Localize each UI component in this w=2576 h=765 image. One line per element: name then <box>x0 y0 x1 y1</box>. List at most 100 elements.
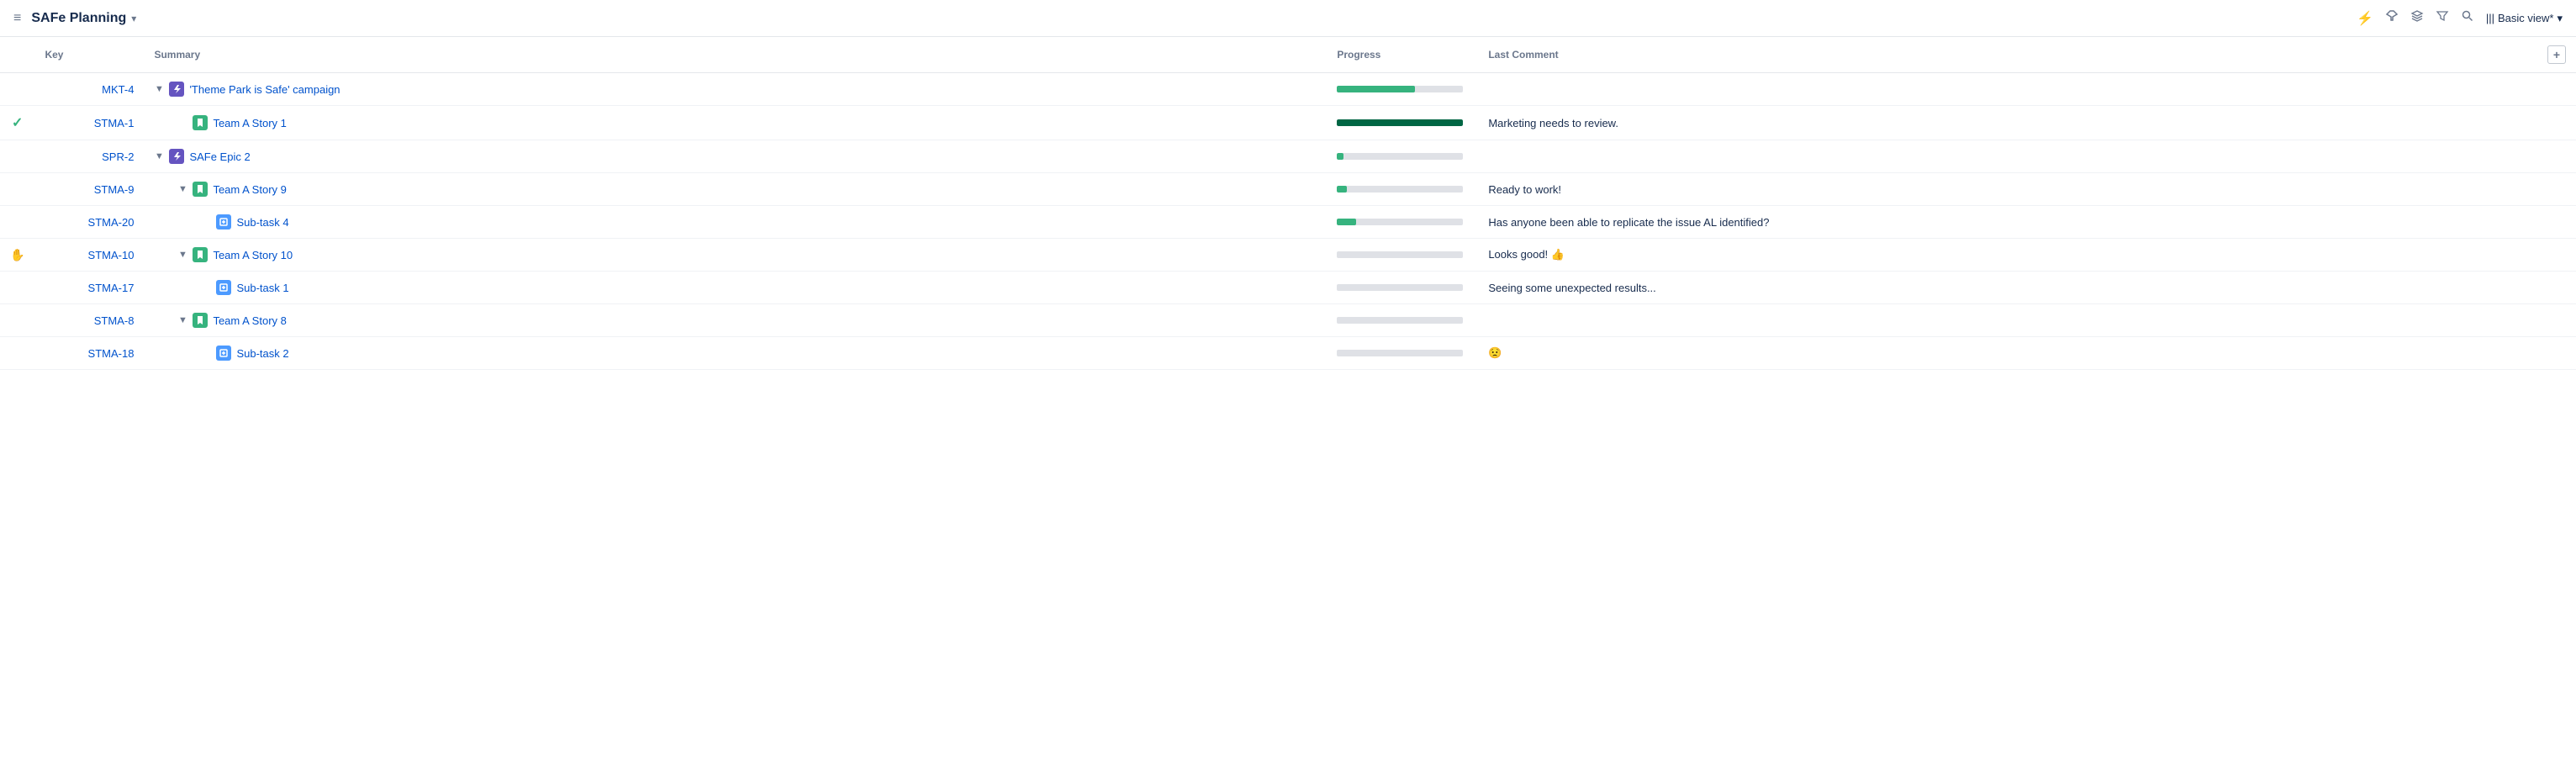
col-header-summary: Summary <box>144 37 1327 73</box>
row-comment-cell: Marketing needs to review. <box>1478 106 2537 140</box>
row-key-cell[interactable]: STMA-8 <box>34 304 144 337</box>
progress-bar-fill <box>1337 186 1347 193</box>
row-status-cell <box>0 140 34 173</box>
subtask-icon <box>216 214 231 230</box>
bars-icon: ||| <box>2486 12 2494 24</box>
view-selector[interactable]: ||| Basic view* ▾ <box>2486 12 2563 25</box>
summary-text[interactable]: Team A Story 10 <box>213 249 293 261</box>
epic-icon <box>169 82 184 97</box>
row-status-cell: ✓ <box>0 106 34 140</box>
row-key-cell[interactable]: STMA-20 <box>34 206 144 239</box>
row-extra-cell <box>2537 106 2576 140</box>
row-extra-cell <box>2537 272 2576 304</box>
row-status-cell <box>0 337 34 370</box>
row-progress-cell <box>1327 173 1478 206</box>
row-summary-cell: ▼ SAFe Epic 2 <box>144 140 1327 173</box>
title-dropdown-icon[interactable]: ▾ <box>131 13 136 24</box>
row-status-cell <box>0 304 34 337</box>
row-key-cell[interactable]: STMA-10 <box>34 239 144 272</box>
row-summary-cell: Sub-task 1 <box>144 272 1327 304</box>
row-summary-cell: ▼ Team A Story 9 <box>144 173 1327 206</box>
subtask-icon <box>216 280 231 295</box>
row-progress-cell <box>1327 239 1478 272</box>
table-row: STMA-9▼Team A Story 9Ready to work! <box>0 173 2576 206</box>
row-extra-cell <box>2537 173 2576 206</box>
pin-icon[interactable] <box>2385 9 2399 27</box>
expand-chevron[interactable]: ▼ <box>177 315 187 325</box>
row-comment-cell <box>1478 304 2537 337</box>
row-summary-cell: Sub-task 2 <box>144 337 1327 370</box>
row-key-cell[interactable]: STMA-17 <box>34 272 144 304</box>
progress-bar <box>1337 119 1463 126</box>
summary-text[interactable]: Sub-task 2 <box>236 347 288 360</box>
row-progress-cell <box>1327 106 1478 140</box>
table-row: MKT-4 ▼ 'Theme Park is Safe' campaign <box>0 73 2576 106</box>
summary-text[interactable]: Sub-task 1 <box>236 282 288 294</box>
lightning-icon[interactable]: ⚡ <box>2357 10 2373 27</box>
col-header-key: Key <box>34 37 144 73</box>
search-icon[interactable] <box>2461 9 2474 27</box>
table-row: STMA-18 Sub-task 2 😟 <box>0 337 2576 370</box>
summary-text[interactable]: SAFe Epic 2 <box>189 150 250 163</box>
row-key-cell[interactable]: STMA-18 <box>34 337 144 370</box>
row-status-cell: ✋ <box>0 239 34 272</box>
summary-text[interactable]: Team A Story 9 <box>213 183 286 196</box>
progress-bar-fill <box>1337 153 1343 160</box>
view-label: Basic view* <box>2498 12 2553 24</box>
progress-bar <box>1337 251 1463 258</box>
table-body: MKT-4 ▼ 'Theme Park is Safe' campaign ✓ STMA… <box>0 73 2576 370</box>
row-comment-cell: Seeing some unexpected results... <box>1478 272 2537 304</box>
row-comment-cell: 😟 <box>1478 337 2537 370</box>
summary-text[interactable]: Team A Story 8 <box>213 314 286 327</box>
expand-chevron[interactable]: ▼ <box>154 151 164 161</box>
table-row: SPR-2 ▼ SAFe Epic 2 <box>0 140 2576 173</box>
filter-icon[interactable] <box>2436 9 2449 27</box>
row-progress-cell <box>1327 140 1478 173</box>
add-column-button[interactable]: + <box>2547 45 2566 64</box>
row-progress-cell <box>1327 73 1478 106</box>
col-header-add[interactable]: + <box>2537 37 2576 73</box>
app-title: SAFe Planning <box>31 11 126 26</box>
row-summary-cell: Team A Story 1 <box>144 106 1327 140</box>
expand-chevron[interactable]: ▼ <box>177 184 187 194</box>
expand-chevron[interactable]: ▼ <box>154 84 164 94</box>
progress-bar <box>1337 86 1463 92</box>
summary-text[interactable]: 'Theme Park is Safe' campaign <box>189 83 340 96</box>
row-status-cell <box>0 272 34 304</box>
row-summary-cell: ▼ 'Theme Park is Safe' campaign <box>144 73 1327 106</box>
expand-chevron[interactable]: ▼ <box>177 250 187 260</box>
row-key-cell[interactable]: STMA-9 <box>34 173 144 206</box>
table-header-row: Key Summary Progress Last Comment + <box>0 37 2576 73</box>
progress-bar <box>1337 219 1463 225</box>
table-row: STMA-17 Sub-task 1 Seeing some unexpected … <box>0 272 2576 304</box>
story-icon <box>193 247 208 262</box>
row-comment-cell <box>1478 140 2537 173</box>
row-comment-cell <box>1478 73 2537 106</box>
summary-text[interactable]: Team A Story 1 <box>213 117 286 129</box>
check-icon: ✓ <box>12 116 23 130</box>
subtask-icon <box>216 346 231 361</box>
layers-icon[interactable] <box>2410 9 2424 27</box>
col-header-comment: Last Comment <box>1478 37 2537 73</box>
row-progress-cell <box>1327 272 1478 304</box>
row-key-cell[interactable]: MKT-4 <box>34 73 144 106</box>
issues-table: Key Summary Progress Last Comment + MKT-… <box>0 37 2576 370</box>
col-header-progress: Progress <box>1327 37 1478 73</box>
row-status-cell <box>0 73 34 106</box>
progress-bar <box>1337 350 1463 356</box>
row-extra-cell <box>2537 304 2576 337</box>
header-right: ⚡ ||| Basic view* <box>2357 9 2563 27</box>
story-icon <box>193 115 208 130</box>
col-header-status <box>0 37 34 73</box>
row-comment-cell: Has anyone been able to replicate the is… <box>1478 206 2537 239</box>
row-summary-cell: ▼ Team A Story 10 <box>144 239 1327 272</box>
row-key-cell[interactable]: STMA-1 <box>34 106 144 140</box>
view-dropdown-icon: ▾ <box>2557 12 2563 25</box>
summary-text[interactable]: Sub-task 4 <box>236 216 288 229</box>
row-key-cell[interactable]: SPR-2 <box>34 140 144 173</box>
table-row: ✓ STMA-1 Team A Story 1 Marketing needs to … <box>0 106 2576 140</box>
main-table-container: Key Summary Progress Last Comment + MKT-… <box>0 37 2576 765</box>
row-status-cell <box>0 173 34 206</box>
row-status-cell <box>0 206 34 239</box>
progress-bar-fill <box>1337 119 1463 126</box>
